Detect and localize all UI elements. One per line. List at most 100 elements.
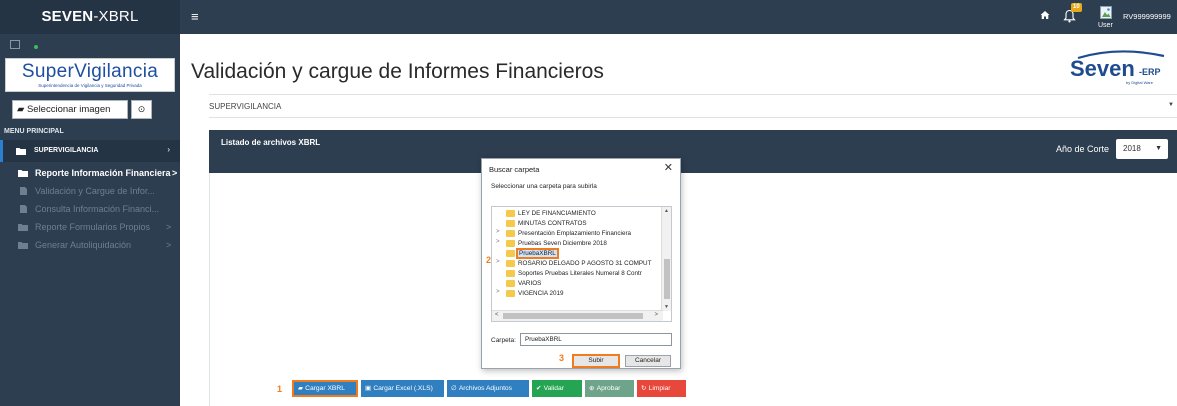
select-image-label: Seleccionar imagen [26,104,111,115]
upload-circle-button[interactable]: ⊙ [131,100,152,119]
folder-field[interactable]: PruebaXBRL [520,333,672,346]
approve-label: Aprobar [596,385,621,392]
top-bar: SEVEN-XBRL ≡ 10 User RV999999999 [0,0,1177,34]
user-id[interactable]: RV999999999 [1123,12,1171,21]
upload-xbrl-button[interactable]: ▰ Cargar XBRL [292,380,358,397]
tree-row[interactable]: LEY DE FINANCIAMIENTO [492,209,662,219]
xbrl-panel-header: Listado de archivos XBRL Año de Corte 20… [209,130,1177,173]
tree-row[interactable]: VARIOS [492,279,662,289]
dialog-title: Buscar carpeta [489,165,540,174]
attachments-button[interactable]: ∅ Archivos Adjuntos [447,380,529,397]
caret-down-icon: ▼ [1155,145,1162,152]
step-marker-2: 2 [486,255,492,265]
refresh-icon: ↻ [641,385,647,392]
chevron-right-icon: > [172,168,178,178]
folder-name: MINUTAS CONTRATOS [518,220,587,227]
folder-name: PruebaXBRL [516,248,559,259]
expand-arrow-icon[interactable]: > [496,289,500,295]
expand-arrow-icon[interactable]: > [496,259,500,265]
xbrl-panel-body [209,173,1177,406]
browse-folder-dialog: Buscar carpeta ✕ Seleccionar una carpeta… [481,158,681,369]
tree-row[interactable]: Soportes Pruebas Literales Numeral 8 Con… [492,269,662,279]
sidebar-item-label: Consulta Información Financi... [35,204,160,214]
folder-icon [18,170,28,177]
folder-open-icon: ▰ [298,385,304,392]
entity-select[interactable]: SUPERVIGILANCIA ▼ [209,94,1177,118]
folder-name: Presentación Emplazamiento Financiera [518,230,632,237]
menu-title: MENU PRINCIPAL [4,128,64,135]
brand-bold: SEVEN [41,8,94,25]
file-icon [20,205,27,213]
logo-suffix-text: -ERP [1139,67,1161,77]
notification-badge: 10 [1071,3,1082,12]
scroll-thumb[interactable] [503,313,643,319]
year-select[interactable]: 2018 ▼ [1116,139,1168,159]
check-icon: ✔ [536,385,542,392]
chevron-right-icon: › [167,145,170,154]
step-marker-3: 3 [559,353,565,363]
upload-excel-button[interactable]: ▣ Cargar Excel (.XLS) [361,380,444,397]
clear-label: Limpiar [648,385,671,392]
folder-icon [16,148,26,155]
tree-row-selected[interactable]: PruebaXBRL [492,248,662,259]
cancel-button[interactable]: Cancelar [625,355,671,367]
layout-square-icon[interactable] [10,40,20,49]
logo-by-text: by Digital Ware [1126,80,1154,85]
user-label: User [1098,22,1113,29]
folder-icon [18,242,28,249]
online-status-dot [34,45,38,49]
scroll-thumb[interactable] [664,259,670,299]
close-icon[interactable]: ✕ [664,161,673,174]
scroll-down-icon[interactable]: ▼ [664,304,669,310]
upload-excel-label: Cargar Excel (.XLS) [373,385,433,392]
brand-light: -XBRL [93,8,139,25]
horizontal-scrollbar[interactable]: < > [492,310,663,321]
year-value: 2018 [1123,144,1141,153]
sidebar-active-label: SUPERVIGILANCIA [34,147,99,154]
chevron-right-icon: > [166,240,172,250]
approve-button[interactable]: ⊕ Aprobar [585,380,634,397]
folder-icon [506,210,515,217]
folder-icon [506,290,515,297]
user-avatar-icon[interactable] [1100,6,1112,19]
folder-name: VARIOS [518,280,542,287]
approve-circle-icon: ⊕ [589,385,595,392]
tree-row[interactable]: MINUTAS CONTRATOS [492,219,662,229]
folder-icon [506,260,515,267]
folder-name: ROSARIO DELGADO P AGOSTO 31 COMPUT [518,260,652,267]
page-title: Validación y cargue de Informes Financie… [191,60,604,83]
tree-row[interactable]: > VIGENCIA 2019 [492,289,662,299]
tree-row[interactable]: > ROSARIO DELGADO P AGOSTO 31 COMPUT [492,259,662,269]
validate-label: Validar [543,385,564,392]
excel-file-icon: ▣ [365,385,372,392]
seven-erp-logo: Seven -ERP by Digital Ware [1070,50,1165,85]
expand-arrow-icon[interactable]: > [496,239,500,245]
paperclip-icon: ∅ [451,385,457,392]
folder-field-label: Carpeta: [491,337,516,344]
folder-icon [506,280,515,287]
sidebar-item-label: Reporte Formularios Propios [35,222,151,232]
folder-tree[interactable]: LEY DE FINANCIAMIENTO MINUTAS CONTRATOS … [491,206,672,322]
folder-icon [506,240,515,247]
validate-button[interactable]: ✔ Validar [532,380,582,397]
scroll-left-icon[interactable]: < [495,312,499,318]
home-icon[interactable] [1040,10,1050,20]
expand-arrow-icon[interactable]: > [496,229,500,235]
folder-name: Soportes Pruebas Literales Numeral 8 Con… [518,270,642,277]
folder-icon [506,250,515,257]
clear-button[interactable]: ↻ Limpiar [637,380,686,397]
subir-button[interactable]: Subir [572,354,620,368]
vertical-scrollbar[interactable]: ▲ ▼ [661,207,671,311]
supervigilancia-logo: SuperVigilancia Superintendencia de Vigi… [5,58,175,92]
scroll-up-icon[interactable]: ▲ [664,208,669,214]
brand-title[interactable]: SEVEN-XBRL [0,0,180,34]
folder-icon [506,220,515,227]
caret-down-icon: ▼ [1168,102,1174,108]
sidebar-item-supervigilancia[interactable]: SUPERVIGILANCIA › [0,140,180,162]
scroll-right-icon[interactable]: > [654,312,658,318]
tree-row[interactable]: > Presentación Emplazamiento Financiera [492,229,662,239]
attachments-label: Archivos Adjuntos [458,385,512,392]
select-image-button[interactable]: ▰ Seleccionar imagen [12,100,128,119]
menu-toggle-icon[interactable]: ≡ [191,9,199,24]
app-root: SEVEN-XBRL ≡ 10 User RV999999999 SuperVi… [0,0,1177,406]
